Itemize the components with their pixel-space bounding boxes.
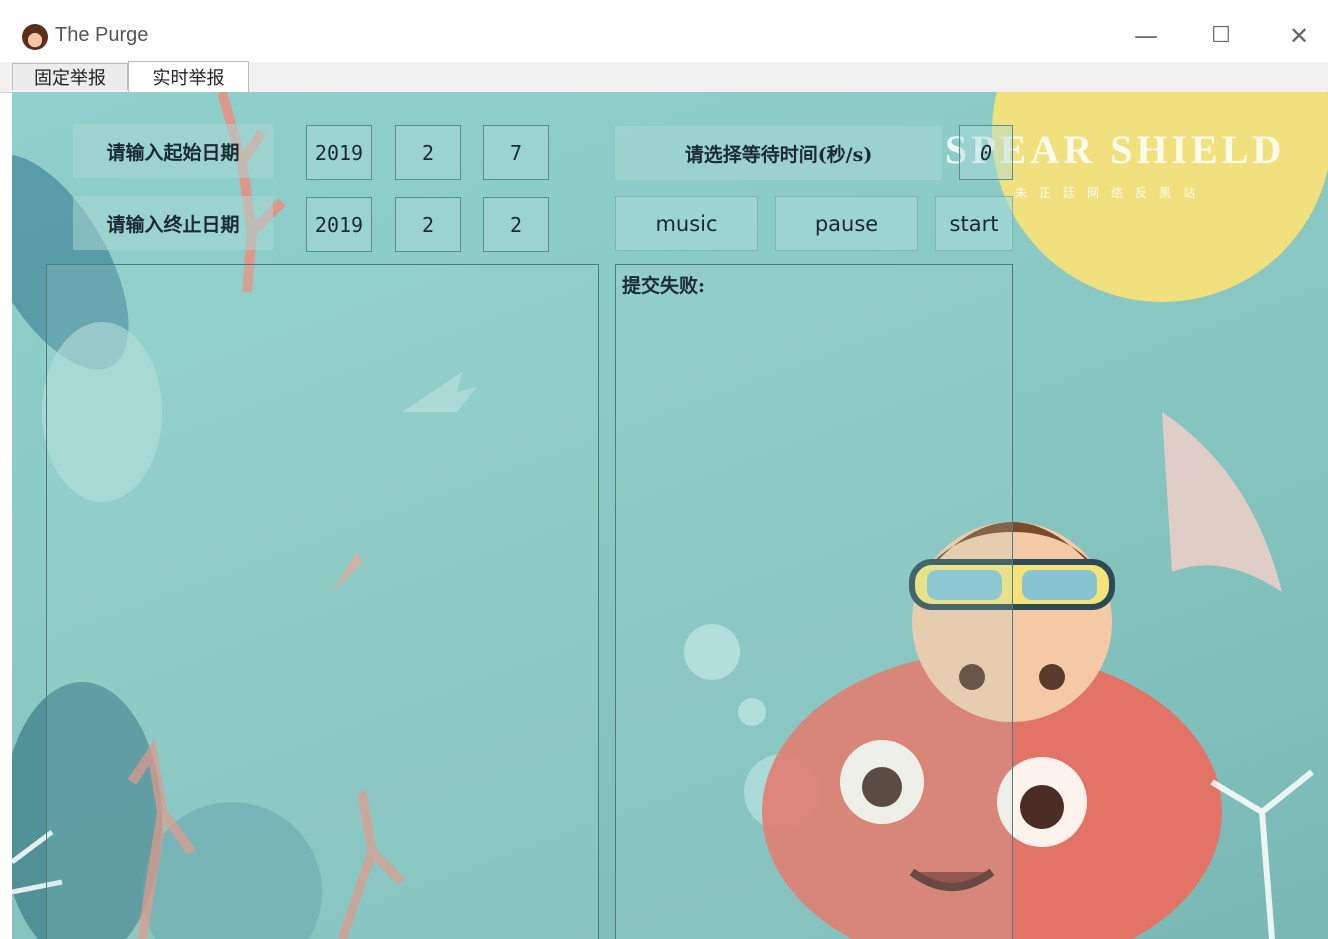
end-month-input[interactable] bbox=[395, 197, 461, 252]
close-icon[interactable]: ✕ bbox=[1279, 20, 1319, 52]
wait-time-input[interactable] bbox=[959, 125, 1013, 180]
start-day-input[interactable] bbox=[483, 125, 549, 180]
window-title: The Purge bbox=[55, 24, 149, 46]
failure-textarea[interactable]: 提交失败: bbox=[615, 264, 1013, 939]
start-month-input[interactable] bbox=[395, 125, 461, 180]
wait-time-label: 请选择等待时间(秒/s) bbox=[615, 126, 942, 180]
end-day-input[interactable] bbox=[483, 197, 549, 252]
app-icon bbox=[22, 24, 48, 50]
minimize-icon[interactable]: — bbox=[1126, 20, 1166, 52]
start-date-label: 请输入起始日期 bbox=[73, 124, 273, 178]
log-textarea[interactable] bbox=[46, 264, 599, 939]
pause-button[interactable]: pause bbox=[775, 196, 918, 251]
watermark-subtitle: 朱正廷网络反黑站 bbox=[1015, 186, 1208, 200]
end-year-input[interactable] bbox=[306, 197, 372, 252]
tab-fixed-report[interactable]: 固定举报 bbox=[12, 63, 128, 90]
music-button[interactable]: music bbox=[615, 196, 758, 251]
start-year-input[interactable] bbox=[306, 125, 372, 180]
end-date-label: 请输入终止日期 bbox=[73, 196, 273, 250]
failure-label: 提交失败: bbox=[622, 275, 706, 297]
start-button[interactable]: start bbox=[935, 196, 1013, 251]
tab-realtime-report[interactable]: 实时举报 bbox=[128, 61, 249, 92]
content-panel: SPEAR SHIELD 朱正廷网络反黑站 请输入起始日期 请输入终止日期 请选… bbox=[12, 92, 1328, 939]
maximize-icon[interactable]: ☐ bbox=[1201, 20, 1241, 52]
